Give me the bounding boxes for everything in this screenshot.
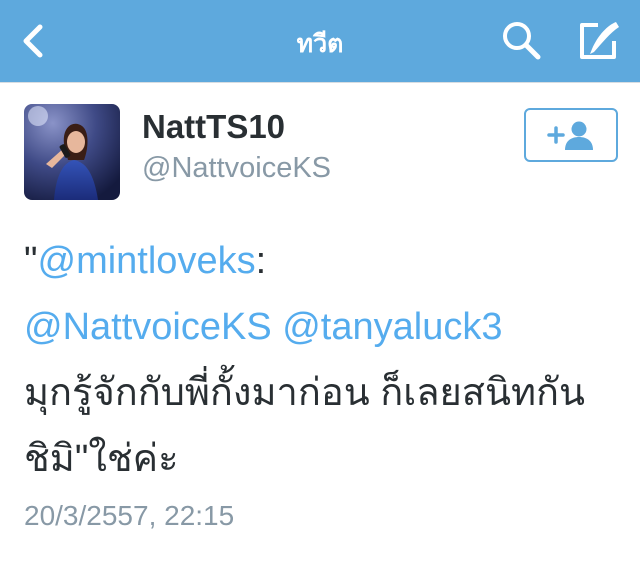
display-name[interactable]: NattTS10 — [142, 108, 285, 146]
add-user-icon — [547, 121, 593, 150]
top-navbar: ทวีต — [0, 0, 640, 82]
navbar-divider — [0, 82, 640, 83]
tweet-timestamp: 20/3/2557, 22:15 — [24, 500, 235, 531]
avatar-photo — [24, 104, 120, 200]
compose-button[interactable] — [568, 0, 630, 82]
colon-text: : — [255, 240, 267, 282]
search-icon — [503, 22, 541, 60]
user-handle[interactable]: @NattvoiceKS — [142, 152, 331, 185]
avatar[interactable] — [24, 104, 120, 200]
mention-link[interactable]: @mintloveks — [38, 240, 256, 282]
tweet-line-1: "@mintloveks: — [24, 228, 624, 294]
quote-mark: " — [24, 240, 38, 282]
tweet-text: "@mintloveks: @NattvoiceKS @tanyaluck3 ม… — [24, 228, 624, 492]
mention-link[interactable]: @NattvoiceKS — [24, 306, 272, 348]
tweet-line-3: มุกรู้จักกับพี่กั้งมาก่อน ก็เลยสนิทกัน — [24, 372, 585, 414]
mention-link[interactable]: @tanyaluck3 — [282, 306, 502, 348]
compose-icon — [580, 22, 619, 59]
follow-button[interactable] — [524, 108, 618, 162]
tweet-line-2: @NattvoiceKS @tanyaluck3 — [24, 294, 624, 360]
search-button[interactable] — [494, 0, 550, 82]
tweet-line-4: ชิมิ"ใช่ค่ะ — [24, 438, 179, 480]
